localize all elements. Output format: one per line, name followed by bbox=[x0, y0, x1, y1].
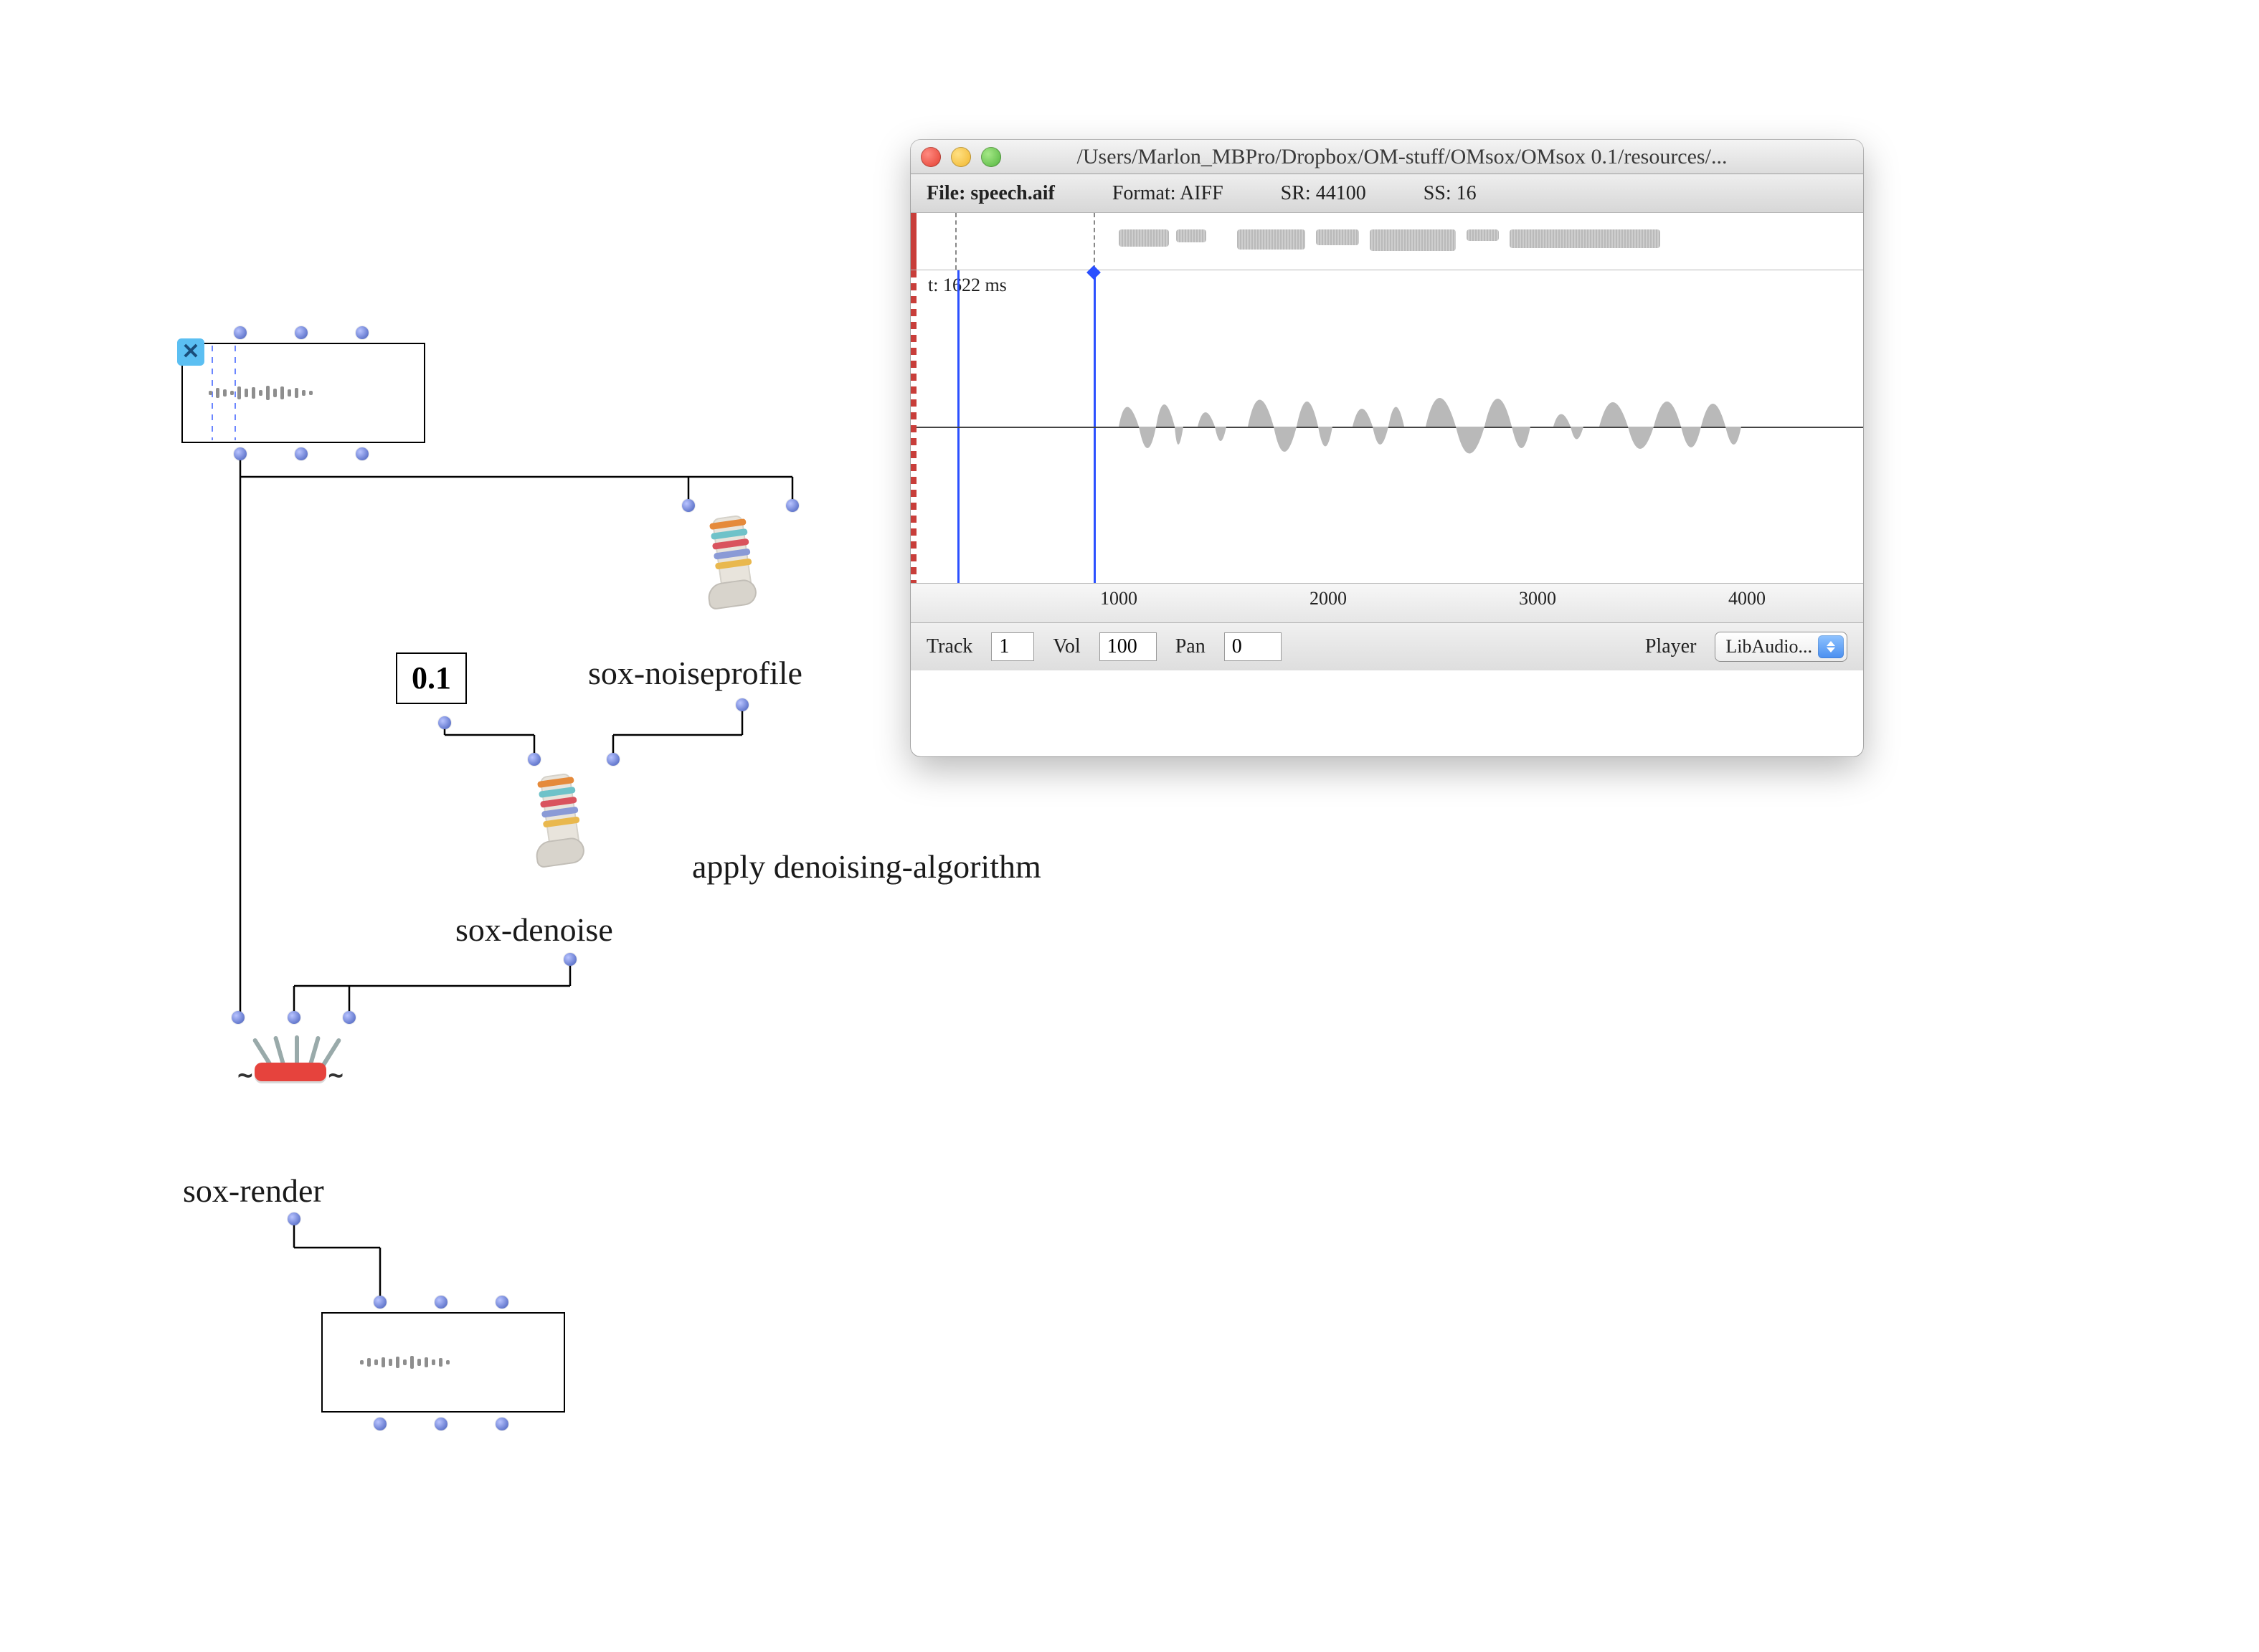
chevrons-icon bbox=[1818, 635, 1844, 658]
ruler-tick: 1000 bbox=[1100, 589, 1137, 608]
ruler-tick: 2000 bbox=[1310, 589, 1347, 608]
sound-editor-window[interactable]: /Users/Marlon_MBPro/Dropbox/OM-stuff/OMs… bbox=[911, 140, 1863, 756]
info-bar: File: speech.aif Format: AIFF SR: 44100 … bbox=[911, 174, 1863, 213]
titlebar[interactable]: /Users/Marlon_MBPro/Dropbox/OM-stuff/OMs… bbox=[911, 140, 1863, 174]
noiseprofile-label: sox-noiseprofile bbox=[588, 652, 802, 694]
file-label: File: speech.aif bbox=[927, 184, 1055, 204]
ruler-tick: 3000 bbox=[1519, 589, 1556, 608]
sound-input-box[interactable]: ✕ bbox=[181, 343, 425, 443]
player-value: LibAudio... bbox=[1725, 637, 1812, 656]
mini-waveform-icon bbox=[209, 385, 404, 401]
denoise-label: sox-denoise bbox=[455, 909, 613, 951]
render-label: sox-render bbox=[183, 1170, 324, 1212]
comment-text: apply denoising-algorithm bbox=[692, 846, 1041, 888]
track-label: Track bbox=[927, 637, 972, 657]
sr-label: SR: 44100 bbox=[1281, 184, 1366, 204]
time-label: t: 1622 ms bbox=[928, 276, 1007, 295]
pan-input[interactable] bbox=[1224, 632, 1282, 661]
vol-label: Vol bbox=[1053, 637, 1080, 657]
gutter bbox=[911, 213, 917, 270]
waveform-view[interactable]: t: 1622 ms bbox=[911, 270, 1863, 583]
render-icon: ~ ~ bbox=[240, 1040, 341, 1104]
numbox-value: 0.1 bbox=[412, 660, 451, 696]
zoom-icon[interactable] bbox=[981, 147, 1001, 167]
sock-icon bbox=[693, 512, 773, 614]
sock-icon bbox=[521, 770, 601, 872]
transport-bar: Track Vol Pan Player LibAudio... bbox=[911, 623, 1863, 670]
sound-output-box[interactable] bbox=[321, 1312, 565, 1413]
amount-numbox[interactable]: 0.1 bbox=[396, 652, 467, 704]
track-input[interactable] bbox=[991, 632, 1034, 661]
mini-waveform-icon bbox=[360, 1354, 532, 1370]
time-ruler[interactable]: 1000 2000 3000 4000 bbox=[911, 583, 1863, 623]
minimize-icon[interactable] bbox=[951, 147, 971, 167]
close-icon[interactable] bbox=[921, 147, 941, 167]
window-title: /Users/Marlon_MBPro/Dropbox/OM-stuff/OMs… bbox=[1011, 146, 1793, 168]
sel-end-marker[interactable] bbox=[1094, 213, 1095, 270]
pan-label: Pan bbox=[1175, 637, 1206, 657]
overview-track[interactable] bbox=[911, 213, 1863, 270]
sel-start-marker[interactable] bbox=[955, 213, 957, 270]
sound-marker-icon: ✕ bbox=[177, 338, 204, 366]
player-label: Player bbox=[1645, 637, 1697, 657]
ss-label: SS: 16 bbox=[1424, 184, 1477, 204]
format-label: Format: AIFF bbox=[1112, 184, 1223, 204]
volume-input[interactable] bbox=[1099, 632, 1157, 661]
ruler-tick: 4000 bbox=[1728, 589, 1766, 608]
player-select[interactable]: LibAudio... bbox=[1715, 632, 1847, 662]
